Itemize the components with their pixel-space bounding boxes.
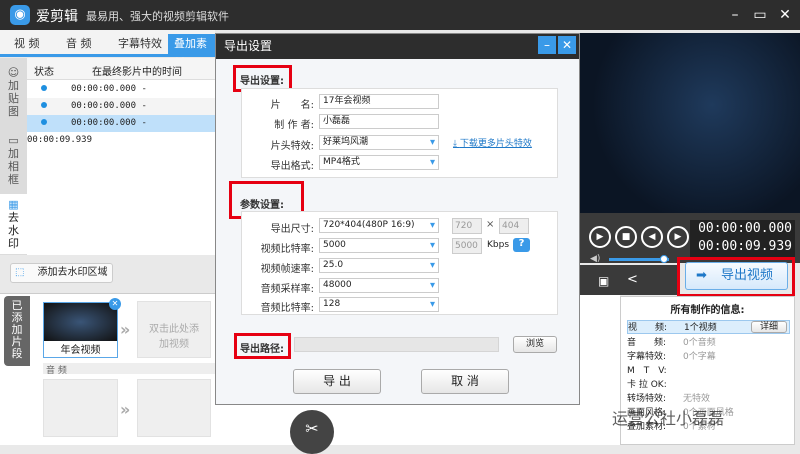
intro-effect-select[interactable]: 好莱坞风潮 [319,135,439,150]
minimize-button[interactable]: – [725,5,745,25]
dialog-close-button[interactable]: ✕ [558,36,576,54]
play-icon[interactable]: ▶ [589,226,611,248]
download-intro-effects-link[interactable]: ⤓ 下载更多片头特效 [453,136,532,149]
kbps-unit: Kbps [487,240,510,250]
info-row: 字幕特效: 0个字幕 [627,352,716,362]
tab-subtitle-effects[interactable]: 字幕特效 [112,34,168,54]
side-tabs: ☺ 加贴图 ▭ 加相框 ▦ 去水印 [0,58,27,255]
video-bitrate-label: 视频比特率: [260,244,314,255]
audio-slot[interactable] [137,379,211,437]
format-select[interactable]: MP4格式 [319,155,439,170]
chevron-right-icon: » [120,320,131,339]
app-slogan: 最易用、强大的视频剪辑软件 [86,10,229,23]
sample-rate-select[interactable]: 48000 [319,278,439,293]
browse-button[interactable]: 浏览 [513,336,557,353]
volume-slider[interactable] [609,255,669,263]
video-preview [580,33,800,213]
size-select[interactable]: 720*404(480P 16:9) [319,218,439,233]
format-label: 导出格式: [270,161,314,172]
size-label: 导出尺寸: [270,224,314,235]
table-row[interactable]: 00:00:00.000 - 00:00:09.939 [27,98,215,128]
clip-preview-image [44,303,117,341]
dialog-title: 导出设置 [216,34,579,59]
add-video-placeholder[interactable]: 双击此处添加视频 [137,301,211,358]
scissors-icon[interactable]: ✂ [290,410,334,454]
dialog-minimize-button[interactable]: – [538,36,556,54]
watermark-text: 运营公社小磊磊 [612,409,725,428]
tab-overlay[interactable]: 叠加素材 [168,34,215,70]
side-tab-sticker[interactable]: ☺ 加贴图 [0,62,27,130]
tab-video[interactable]: 视 频 [8,34,46,54]
time-display: 00:00:00.000 00:00:09.939 [690,220,795,258]
audio-slot[interactable] [43,379,118,437]
header-time: 在最终影片中的时间 [92,67,182,78]
export-icon: ➡ [696,268,707,283]
export-video-button[interactable]: ➡ 导出视频 [685,262,788,290]
info-row: 音 频: 0个音频 [627,338,716,348]
stop-icon[interactable]: ■ [615,226,637,248]
table-row[interactable]: 00:00:00.000 - 00:00:09.939 [27,115,215,145]
info-title: 所有制作的信息: [670,305,745,316]
video-bitrate-select[interactable]: 5000 [319,238,439,253]
table-header: 状态 在最终影片中的时间 [27,58,215,80]
export-button[interactable]: 导 出 [293,369,381,394]
bitrate-input[interactable]: 5000 [452,238,482,254]
status-dot [41,119,47,125]
side-tab-frame[interactable]: ▭ 加相框 [0,130,27,192]
frame-icon: ▭ [8,134,19,147]
mosaic-icon: ▦ [8,198,19,211]
sample-rate-label: 音频采样率: [260,284,314,295]
info-row: 转场特效: 无特效 [627,394,711,404]
next-frame-icon[interactable]: ▶ [667,226,689,248]
frame-rate-select[interactable]: 25.0 [319,258,439,273]
table-row[interactable]: 00:00:00.000 - 00:00:09.939 [27,81,215,111]
download-icon: ⤓ [453,139,457,149]
detail-button[interactable]: 详细 [751,321,787,333]
info-row: M T V: [627,366,667,376]
help-icon[interactable]: ? [513,238,530,252]
export-path-input[interactable] [294,337,499,352]
title-bar: ◉ 爱剪辑 最易用、强大的视频剪辑软件 – ▭ ✕ [0,0,800,30]
share-icon[interactable]: < [627,272,638,287]
audio-bitrate-label: 音频比特率: [260,303,314,314]
sticker-icon: ☺ [7,66,20,79]
header-status: 状态 [34,67,54,78]
info-row: 卡 拉 OK: [627,380,667,390]
app-name: 爱剪辑 [36,9,78,25]
width-input[interactable]: 720 [452,218,482,234]
film-reel-icon: ◉ [10,5,30,25]
audio-bitrate-select[interactable]: 128 [319,297,439,312]
clip-thumbnail[interactable]: 年会视频 ✕ [43,298,121,358]
height-input[interactable]: 404 [499,218,529,234]
status-dot [41,85,47,91]
export-settings-dialog: 导出设置 – ✕ 导出设置: 片 名: 17年会视频 制 作 者: 小磊磊 片头… [215,33,580,405]
author-label: 制 作 者: [274,120,314,131]
times-sign: × [486,219,495,230]
audio-track-label: 音 频 [43,363,215,376]
volume-icon: ◀) [590,254,601,264]
add-region-icon: ⬚ [15,267,25,278]
remove-clip-icon[interactable]: ✕ [109,298,121,310]
side-tab-remove-watermark[interactable]: ▦ 去水印 [0,194,27,254]
intro-effect-label: 片头特效: [270,141,314,152]
status-dot [41,102,47,108]
frame-rate-label: 视频帧速率: [260,264,314,275]
added-clips-tab[interactable]: 已添加片段 [4,296,30,366]
tab-audio[interactable]: 音 频 [60,34,98,54]
chevron-right-icon: » [120,400,131,419]
info-row-video: 视 频: 1个视频 详细 [627,320,790,334]
prev-frame-icon[interactable]: ◀ [641,226,663,248]
close-button[interactable]: ✕ [775,5,795,25]
title-label: 片 名: [270,100,314,111]
main-tabs: 视 频 音 频 字幕特效 叠加素材 [0,30,215,70]
restore-button[interactable]: ▭ [750,5,770,25]
cancel-button[interactable]: 取 消 [421,369,509,394]
title-input[interactable]: 17年会视频 [319,94,439,109]
author-input[interactable]: 小磊磊 [319,114,439,129]
help-icon[interactable]: ▣ [598,274,609,288]
highlight-box [234,333,291,359]
volume-handle[interactable] [660,255,668,263]
add-watermark-area-button[interactable]: ⬚ 添加去水印区域 [10,263,113,283]
